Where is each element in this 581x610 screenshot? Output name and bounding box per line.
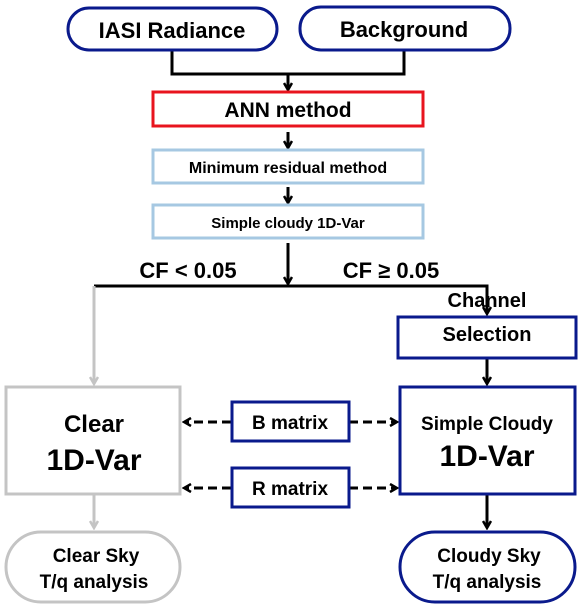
node-iasi-radiance: IASI Radiance [66, 6, 279, 52]
channel-label-1: Channel [448, 290, 527, 312]
r-matrix-label: R matrix [252, 479, 328, 500]
clear-label-2: 1D-Var [46, 444, 141, 477]
node-min-residual: Minimum residual method [151, 148, 425, 185]
node-r-matrix: R matrix [230, 466, 351, 509]
node-cloudy-sky-analysis: Cloudy Sky T/q analysis [398, 530, 577, 604]
min-residual-label: Minimum residual method [189, 160, 387, 177]
cloudy-sky-label-1: Cloudy Sky [437, 546, 541, 567]
cloudy-label-1: Simple Cloudy [421, 414, 553, 435]
node-ann-method: ANN method [151, 90, 425, 128]
node-clear-1dvar: Clear 1D-Var [4, 385, 182, 496]
node-simple-cloudy-1dvar: Simple Cloudy 1D-Var [398, 385, 577, 496]
clear-label-1: Clear [64, 411, 124, 438]
merge-line [170, 50, 406, 76]
node-clear-sky-analysis: Clear Sky T/q analysis [4, 530, 182, 604]
condition-clear: CF < 0.05 [139, 258, 236, 283]
condition-cloudy: CF ≥ 0.05 [343, 258, 439, 283]
cloudy-label-2: 1D-Var [439, 440, 534, 473]
node-channel-selection: Channel Selection [396, 290, 578, 360]
node-simple-cloudy-top: Simple cloudy 1D-Var [151, 203, 425, 240]
flowchart: IASI Radiance Background ANN method Mini… [4, 5, 578, 604]
ann-label: ANN method [224, 99, 351, 122]
b-matrix-label: B matrix [252, 413, 328, 434]
channel-label-2: Selection [443, 324, 532, 346]
background-label: Background [340, 17, 468, 42]
iasi-label: IASI Radiance [99, 18, 246, 43]
clear-sky-label-1: Clear Sky [53, 546, 140, 567]
cloudy-sky-label-2: T/q analysis [433, 572, 542, 593]
clear-sky-label-2: T/q analysis [40, 572, 149, 593]
simple-cloudy-top-label: Simple cloudy 1D-Var [211, 215, 365, 232]
node-background: Background [298, 5, 512, 52]
node-b-matrix: B matrix [230, 400, 351, 443]
